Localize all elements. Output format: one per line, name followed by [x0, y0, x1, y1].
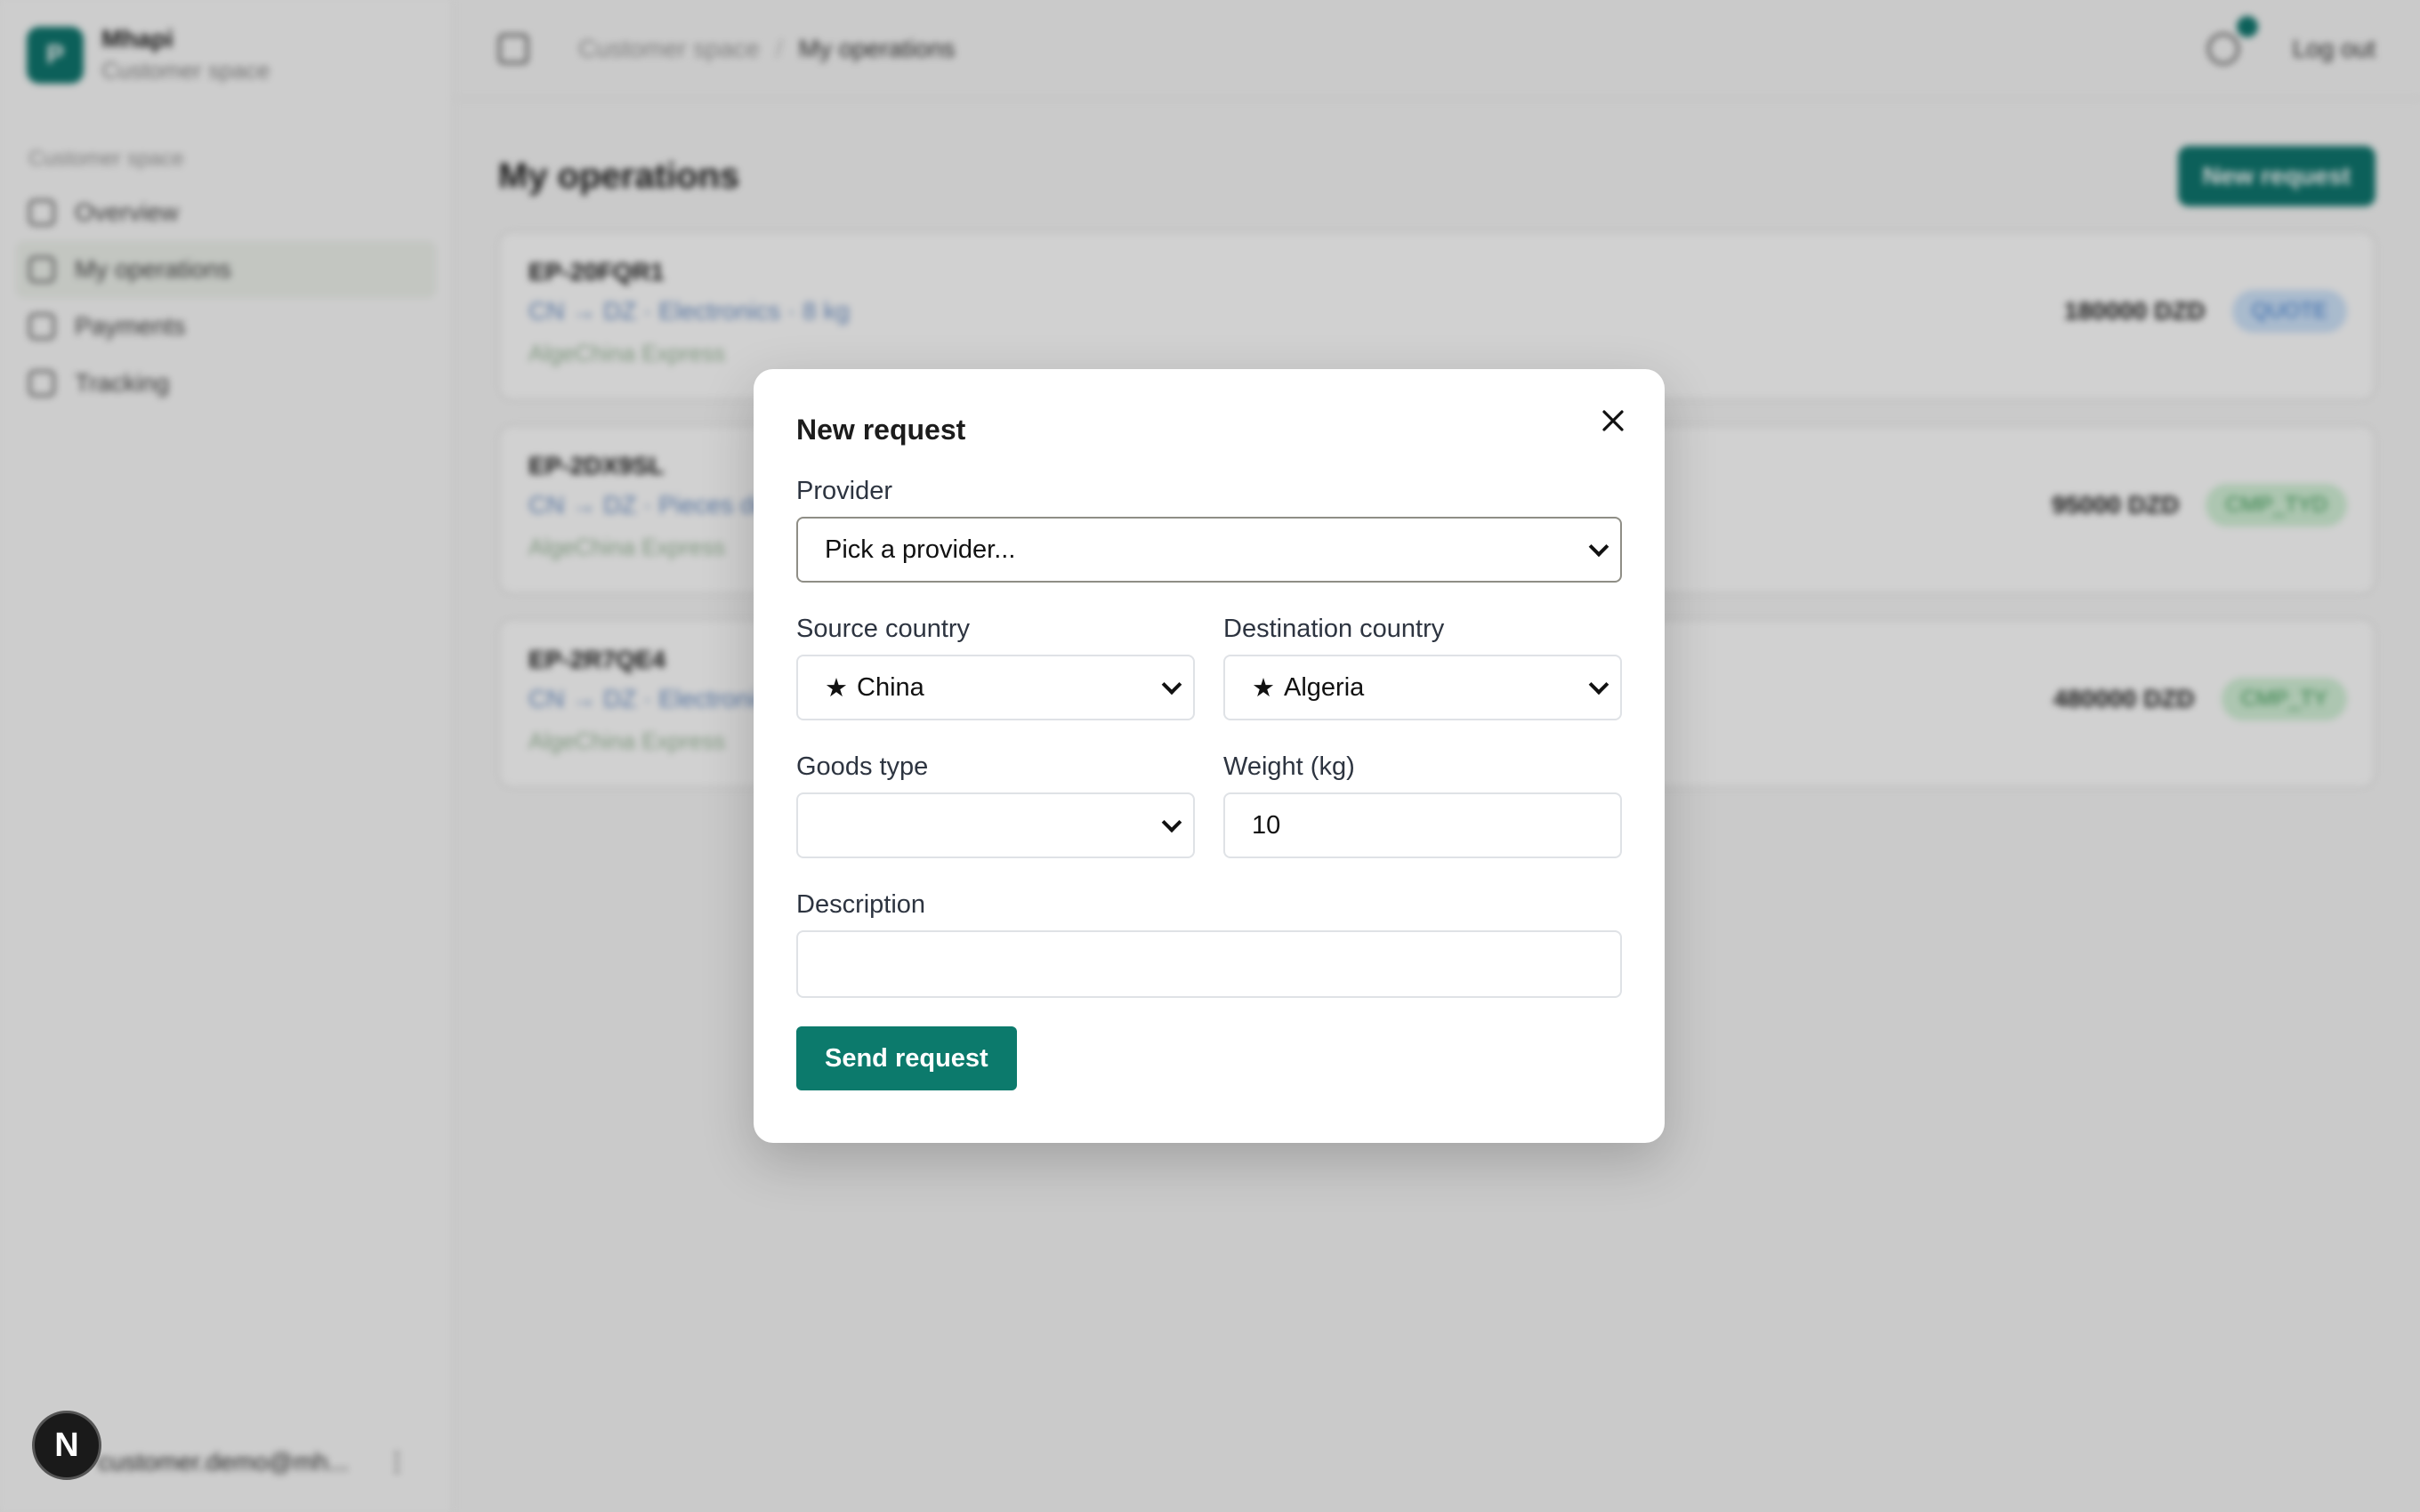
- modal-title: New request: [796, 414, 966, 446]
- chevron-down-icon: [1161, 812, 1182, 833]
- provider-select[interactable]: Pick a provider...: [796, 517, 1622, 583]
- description-label: Description: [796, 890, 926, 919]
- provider-select-value: Pick a provider...: [825, 535, 1016, 564]
- description-input[interactable]: [796, 930, 1622, 998]
- chevron-down-icon: [1588, 536, 1609, 558]
- star-icon: ★: [1252, 673, 1275, 703]
- close-icon: [1602, 410, 1624, 431]
- destination-country-value: Algeria: [1284, 672, 1365, 702]
- dev-tools-badge[interactable]: N: [32, 1411, 101, 1480]
- source-country-value: China: [857, 672, 924, 702]
- star-icon: ★: [825, 673, 848, 703]
- goods-type-select[interactable]: [796, 792, 1195, 858]
- provider-label: Provider: [796, 477, 892, 505]
- destination-country-label: Destination country: [1223, 615, 1445, 643]
- destination-country-select[interactable]: ★ Algeria: [1223, 655, 1622, 720]
- source-country-label: Source country: [796, 615, 971, 643]
- chevron-down-icon: [1588, 674, 1609, 696]
- weight-label: Weight (kg): [1223, 752, 1355, 781]
- source-country-select[interactable]: ★ China: [796, 655, 1195, 720]
- goods-type-label: Goods type: [796, 752, 929, 781]
- new-request-modal: New request Provider Pick a provider... …: [754, 369, 1665, 1143]
- weight-input[interactable]: [1223, 792, 1622, 858]
- send-request-button[interactable]: Send request: [796, 1026, 1017, 1090]
- close-button[interactable]: [1593, 401, 1633, 440]
- chevron-down-icon: [1161, 674, 1182, 696]
